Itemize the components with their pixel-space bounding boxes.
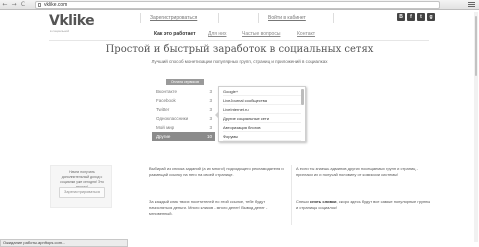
category-item[interactable]: Facebook 3: [152, 96, 215, 105]
site-logo[interactable]: Vklike: [49, 13, 95, 29]
reload-button[interactable]: C: [20, 2, 26, 8]
menu-faq[interactable]: Частые вопросы: [242, 31, 280, 37]
left-column-p2: За каждый клик твоих посетителей по этой…: [149, 199, 268, 216]
right-column-p1: А если ты знаешь админов других посещаем…: [296, 166, 418, 177]
page-icon: [38, 3, 41, 7]
left-column-p1: Выбирай из списка заданий (а их много!) …: [149, 166, 284, 177]
column-divider: [291, 165, 292, 225]
header-divider: [218, 13, 219, 23]
page-subheadline: Лучший способ монетизации популярных гру…: [151, 59, 328, 64]
dropdown-scrollbar[interactable]: [301, 89, 304, 105]
category-item[interactable]: Одноклассники 3: [152, 114, 215, 123]
services-dropdown: Google+ LiveJournal сообщества LiveInter…: [215, 86, 306, 142]
back-button[interactable]: ←: [2, 2, 8, 8]
service-item[interactable]: LiveInternet.ru: [223, 106, 301, 114]
service-item[interactable]: Форумы: [223, 133, 301, 141]
scrollbar-thumb: [475, 16, 477, 76]
menu-how-it-works[interactable]: Как это работает: [154, 31, 196, 37]
google-icon[interactable]: g: [427, 13, 435, 21]
header-divider: [333, 13, 334, 23]
service-item[interactable]: Авторизация блогов: [223, 124, 301, 132]
category-tag: Оплата сервисов: [166, 79, 204, 85]
category-item[interactable]: Вконтакте 3: [152, 87, 215, 96]
promo-box: Начни получать дополнительный доход с со…: [50, 165, 112, 208]
dropdown-pointer: [215, 111, 219, 119]
service-item[interactable]: Google+: [223, 88, 301, 96]
category-item-selected[interactable]: Другие 10: [152, 132, 215, 141]
category-list: Оплата сервисов Вконтакте 3 Facebook 3 Twi…: [152, 79, 215, 144]
browser-toolbar: ← → C vklike.com: [0, 0, 479, 10]
twitter-icon[interactable]: t: [417, 13, 425, 21]
address-url: vklike.com: [44, 2, 68, 8]
forward-button[interactable]: →: [11, 2, 17, 8]
register-link[interactable]: Зарегистрироваться: [150, 15, 197, 21]
right-column-p2: Спеши снять сливки, скоро здесь будут вс…: [296, 199, 431, 210]
category-item[interactable]: Twitter 3: [152, 105, 215, 114]
service-item[interactable]: LiveJournal сообщества: [223, 97, 301, 105]
page-headline: Простой и быстрый заработок в социальных…: [105, 44, 374, 55]
menu-for-them[interactable]: Для них: [208, 31, 226, 37]
status-bar: Ожидание работы.apnftops.com...: [0, 239, 128, 247]
login-link[interactable]: Войти в кабинет: [268, 15, 306, 21]
browser-menu-icon[interactable]: [468, 2, 475, 8]
header-divider: [258, 13, 259, 23]
facebook-icon[interactable]: f: [407, 13, 415, 21]
page-scrollbar[interactable]: [474, 12, 478, 242]
service-item[interactable]: Другие социальные сети: [223, 115, 301, 123]
site-logo-subtitle: в социальной: [50, 29, 70, 33]
menu-contact[interactable]: Контакт: [297, 31, 315, 37]
header-separator: [49, 40, 429, 41]
address-bar[interactable]: vklike.com: [35, 1, 440, 9]
category-item[interactable]: Мой мир 3: [152, 123, 215, 132]
register-button[interactable]: Зарегистрироваться: [59, 187, 105, 198]
vk-icon[interactable]: В: [397, 13, 405, 21]
header-divider: [140, 13, 141, 23]
